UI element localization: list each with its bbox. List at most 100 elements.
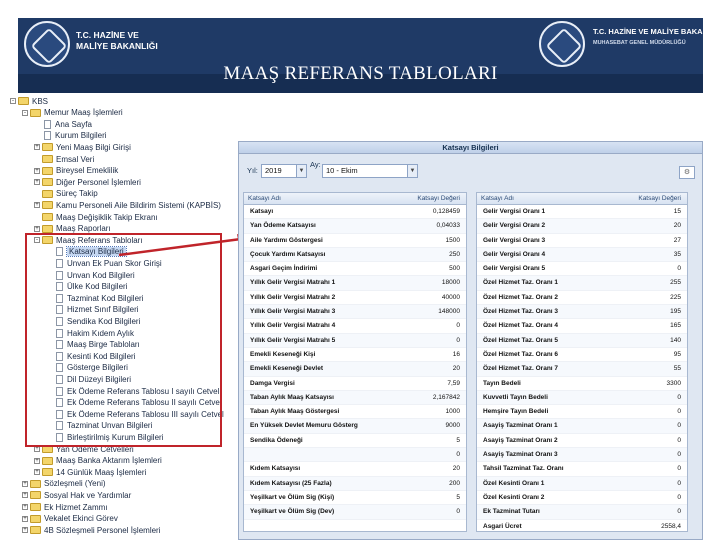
tree-item[interactable]: - Maaş Referans Tabloları: [34, 235, 143, 245]
table-row[interactable]: Damga Vergisi 7,59: [244, 377, 466, 391]
table-row[interactable]: Özel Hizmet Taz. Oranı 6 95: [477, 348, 687, 363]
table-row[interactable]: Özel Hizmet Taz. Oranı 1 255: [477, 276, 687, 291]
tree-item[interactable]: + Sosyal Hak ve Yardımlar: [22, 490, 131, 500]
table-row[interactable]: Özel Hizmet Taz. Oranı 7 55: [477, 362, 687, 377]
tree-item[interactable]: + Diğer Personel İşlemleri: [34, 177, 141, 187]
year-select[interactable]: 2019 ▼: [261, 164, 307, 178]
tree-item[interactable]: + Ek Hizmet Zammı: [22, 502, 108, 512]
tree-item[interactable]: Kesinti Kod Bilgileri: [46, 351, 135, 361]
tree-item[interactable]: + Yan Ödeme Cetvelleri: [34, 444, 134, 454]
table-row[interactable]: Tahsil Tazminat Taz. Oranı 0: [477, 462, 687, 477]
table-row[interactable]: Yıllık Gelir Vergisi Matrahı 1 18000: [244, 276, 466, 291]
table-row[interactable]: Özel Hizmet Taz. Oranı 2 225: [477, 291, 687, 306]
tree-item[interactable]: Hakim Kıdem Aylık: [46, 328, 134, 338]
table-row[interactable]: Yıllık Gelir Vergisi Matrahı 5 0: [244, 333, 466, 348]
table-row[interactable]: Özel Hizmet Taz. Oranı 3 195: [477, 305, 687, 320]
col-header-value[interactable]: Katsayı Değeri: [384, 193, 466, 204]
table-row[interactable]: Özel Hizmet Taz. Oranı 4 165: [477, 319, 687, 334]
tree-item[interactable]: Maaş Değişiklik Takip Ekranı: [34, 212, 158, 222]
tree-item[interactable]: Süreç Takip: [34, 189, 98, 199]
table-row[interactable]: Emekli Keseneği Devlet 20: [244, 362, 466, 377]
table-row[interactable]: Yıllık Gelir Vergisi Matrahı 3 148000: [244, 305, 466, 320]
tree-item[interactable]: Maaş Birge Tabloları: [46, 340, 140, 350]
tree-item[interactable]: + Yeni Maaş Bilgi Girişi: [34, 142, 131, 152]
tree-item[interactable]: Katsayı Bilgileri: [46, 246, 127, 258]
table-row[interactable]: Asgari Geçim İndirimi 500: [244, 262, 466, 277]
table-row[interactable]: Hemşire Tayın Bedeli 0: [477, 405, 687, 420]
tree-item[interactable]: Kurum Bilgileri: [34, 131, 107, 141]
col-header-name[interactable]: Katsayı Adı: [477, 193, 607, 204]
expand-toggle-icon[interactable]: +: [34, 457, 40, 464]
tree-item[interactable]: Ek Ödeme Referans Tablosu II sayılı Cetv…: [46, 398, 222, 408]
collapse-toggle-icon[interactable]: -: [22, 109, 28, 116]
table-row[interactable]: Yıllık Gelir Vergisi Matrahı 4 0: [244, 319, 466, 334]
expand-toggle-icon[interactable]: +: [22, 492, 28, 499]
table-row[interactable]: Taban Aylık Maaş Göstergesi 1000: [244, 405, 466, 420]
tree-item[interactable]: Ana Sayfa: [34, 119, 92, 129]
expand-toggle-icon[interactable]: +: [34, 225, 40, 232]
table-row[interactable]: Yeşilkart ve Ölüm Sig (Kişi) 5: [244, 491, 466, 506]
table-row[interactable]: Yıllık Gelir Vergisi Matrahı 2 40000: [244, 291, 466, 306]
table-row[interactable]: Sendika Ödeneği 5: [244, 434, 466, 449]
tree-item[interactable]: - Memur Maaş İşlemleri: [22, 108, 123, 118]
tree-item[interactable]: Tazminat Kod Bilgileri: [46, 293, 143, 303]
tree-item[interactable]: + Kamu Personeli Aile Bildirim Sistemi (K…: [34, 200, 221, 210]
tree-item[interactable]: Gösterge Bilgileri: [46, 363, 128, 373]
col-header-name[interactable]: Katsayı Adı: [244, 193, 384, 204]
expand-toggle-icon[interactable]: +: [22, 504, 28, 510]
expand-toggle-icon[interactable]: +: [22, 515, 28, 522]
table-row[interactable]: Gelir Vergisi Oranı 2 20: [477, 219, 687, 234]
table-row[interactable]: Tayın Bedeli 3300: [477, 377, 687, 391]
tree-item[interactable]: Hizmet Sınıf Bilgileri: [46, 305, 139, 315]
table-row[interactable]: Asayiş Tazminat Oranı 2 0: [477, 434, 687, 449]
tree-item[interactable]: Ülke Kod Bilgileri: [46, 282, 127, 292]
expand-toggle-icon[interactable]: +: [34, 202, 40, 209]
table-row[interactable]: Ek Tazminat Tutarı 0: [477, 505, 687, 520]
table-row[interactable]: Özel Hizmet Taz. Oranı 5 140: [477, 333, 687, 348]
tree-item[interactable]: Unvan Ek Puan Skor Girişi: [46, 258, 162, 268]
tree-item[interactable]: + Sözleşmeli (Yeni): [22, 479, 106, 489]
expand-toggle-icon[interactable]: +: [34, 446, 40, 452]
table-row[interactable]: Taban Aylık Maaş Katsayısı 2,167842: [244, 390, 466, 406]
table-row[interactable]: Özel Kesinti Oranı 1 0: [477, 476, 687, 491]
table-row[interactable]: Özel Kesinti Oranı 2 0: [477, 491, 687, 506]
collapse-toggle-icon[interactable]: -: [34, 237, 40, 244]
table-row[interactable]: Gelir Vergisi Oranı 1 15: [477, 205, 687, 220]
col-header-value[interactable]: Katsayı Değeri: [607, 193, 687, 204]
table-row[interactable]: Asayiş Tazminat Oranı 3 0: [477, 448, 687, 463]
tree-item[interactable]: Dil Düzeyi Bilgileri: [46, 374, 131, 384]
expand-toggle-icon[interactable]: +: [34, 167, 40, 174]
table-row[interactable]: Çocuk Yardımı Katsayısı 250: [244, 247, 466, 263]
tree-item[interactable]: + Maaş Banka Aktarım İşlemleri: [34, 456, 162, 466]
tree-item[interactable]: +4B Sözleşmeli Personel İşlemleri: [22, 525, 161, 535]
expand-toggle-icon[interactable]: +: [22, 527, 28, 534]
tree-item[interactable]: Birleştirilmiş Kurum Bilgileri: [46, 432, 163, 442]
tree-item[interactable]: Ek Ödeme Referans Tablosu I sayılı Cetve…: [46, 386, 219, 396]
table-row[interactable]: Yeşilkart ve Ölüm Sig (Dev) 0: [244, 505, 466, 520]
table-row[interactable]: Gelir Vergisi Oranı 5 0: [477, 262, 687, 277]
table-row[interactable]: Emekli Keseneği Kişi 16: [244, 348, 466, 363]
table-row[interactable]: Yan Ödeme Katsayısı 0,04033: [244, 219, 466, 234]
tree-item[interactable]: Tazminat Unvan Bilgileri: [46, 421, 152, 431]
tree-item[interactable]: Sendika Kod Bilgileri: [46, 316, 140, 326]
month-select[interactable]: 10 - Ekim ▼: [322, 164, 418, 178]
table-row[interactable]: Gelir Vergisi Oranı 4 35: [477, 247, 687, 263]
table-row[interactable]: 0: [244, 448, 466, 463]
tree-item[interactable]: Emsal Veri: [34, 154, 94, 164]
table-row[interactable]: Kuvvetli Tayın Bedeli 0: [477, 390, 687, 406]
expand-toggle-icon[interactable]: +: [34, 469, 40, 476]
tree-item[interactable]: Ek Ödeme Referans Tablosu III sayılı Cet…: [46, 409, 224, 419]
table-row[interactable]: Asayiş Tazminat Oranı 1 0: [477, 419, 687, 434]
table-row[interactable]: Katsayı 0,128459: [244, 205, 466, 220]
table-row[interactable]: Asgari Ücret 2558,4: [477, 520, 687, 531]
table-row[interactable]: Kıdem Katsayısı (25 Fazla) 200: [244, 476, 466, 491]
table-row[interactable]: En Yüksek Devlet Memuru Gösterg 9000: [244, 419, 466, 434]
table-row[interactable]: Gelir Vergisi Oranı 3 27: [477, 234, 687, 248]
tree-item[interactable]: + Maaş Raporları: [34, 224, 111, 234]
chevron-down-icon[interactable]: ▼: [407, 165, 417, 177]
expand-toggle-icon[interactable]: +: [34, 144, 40, 151]
table-row[interactable]: Aile Yardımı Göstergesi 1500: [244, 234, 466, 248]
collapse-toggle-icon[interactable]: -: [10, 98, 16, 104]
tree-item[interactable]: + Vekalet Ekinci Görev: [22, 514, 118, 524]
chevron-down-icon[interactable]: ▼: [296, 165, 306, 177]
